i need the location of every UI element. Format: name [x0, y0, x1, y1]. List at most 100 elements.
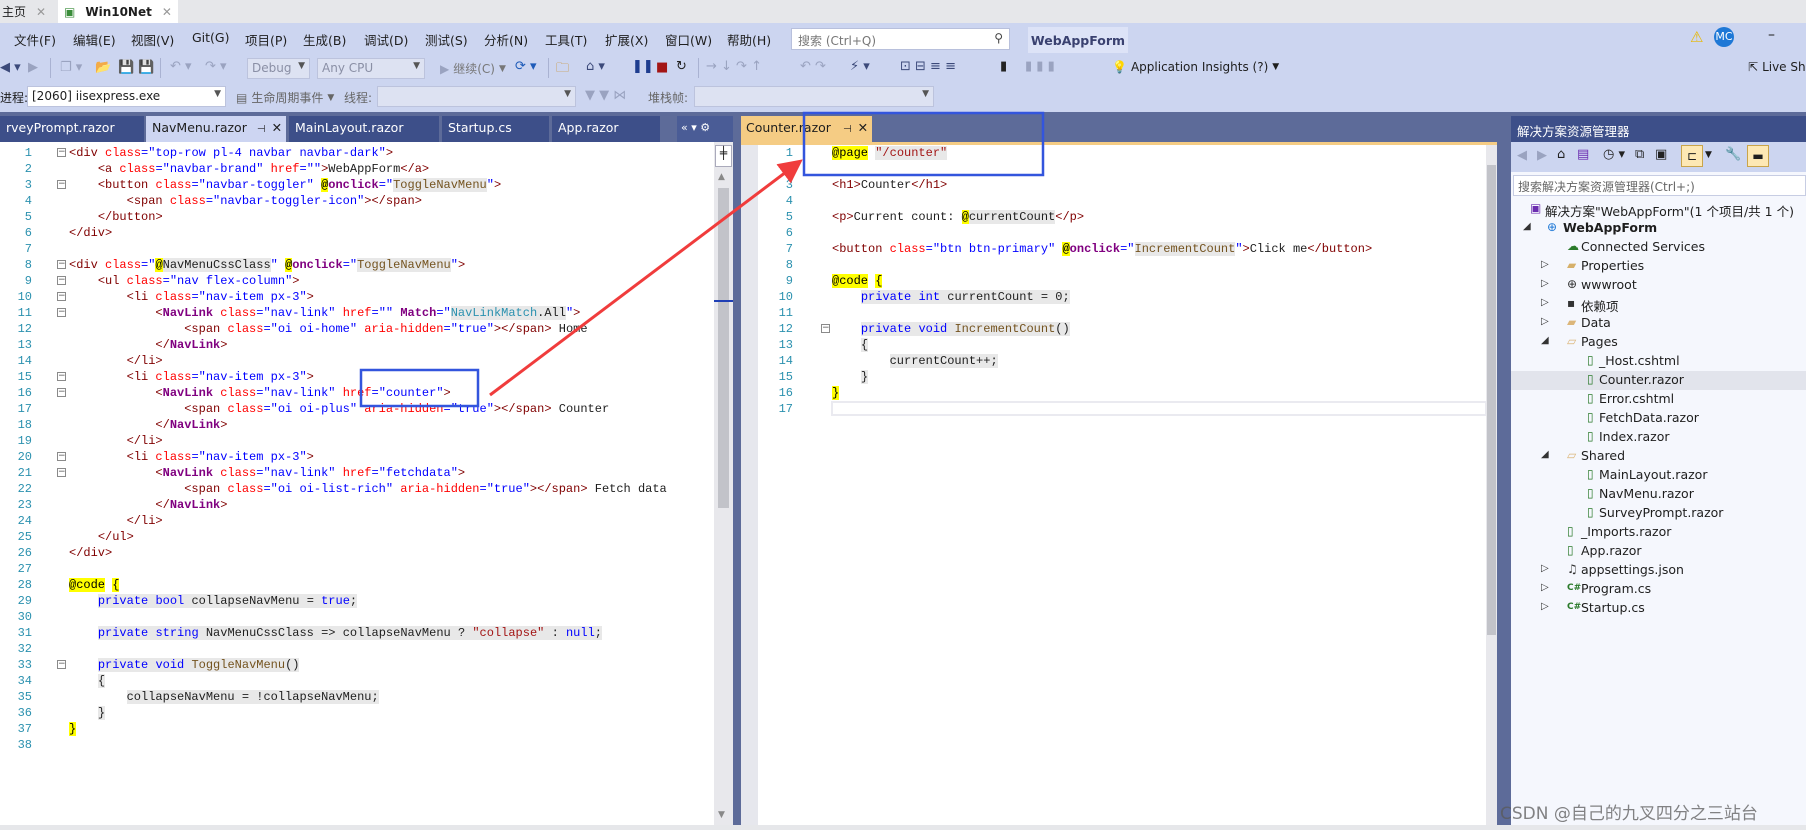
solution-search-input[interactable]: 搜索解决方案资源管理器(Ctrl+;)	[1513, 175, 1806, 196]
collapse-icon[interactable]: −	[57, 388, 66, 397]
code-line[interactable]: }	[832, 369, 869, 385]
expanded-icon[interactable]: ◢	[1541, 449, 1549, 460]
collapsed-icon[interactable]: ▷	[1541, 278, 1549, 289]
format-icons[interactable]: ⊡ ⊟ ≡ ≡	[900, 59, 956, 74]
tab-navmenu[interactable]: NavMenu.razor ⊣ ✕	[146, 116, 286, 142]
collapse-icon[interactable]: −	[57, 180, 66, 189]
tree-item[interactable]: ▯ Counter.razor	[1511, 371, 1806, 390]
collapsed-icon[interactable]: ▷	[1541, 601, 1549, 612]
tab-win10net[interactable]: ▣ Win10Net ✕	[58, 0, 178, 23]
show-all-files-icon[interactable]: ▣	[1655, 147, 1667, 162]
menu-item[interactable]: 帮助(H)	[727, 30, 771, 49]
pending-changes-icon[interactable]: ◷ ▾	[1603, 147, 1625, 162]
scroll-up-icon[interactable]: ▲	[718, 172, 725, 182]
sync-active-document-icon[interactable]: ⊏	[1681, 145, 1703, 167]
code-line[interactable]: private string NavMenuCssClass => collap…	[69, 625, 602, 641]
code-line[interactable]: currentCount++;	[832, 353, 998, 369]
menu-item[interactable]: 工具(T)	[545, 30, 587, 49]
tree-item[interactable]: ▯ _Imports.razor	[1511, 523, 1806, 542]
undo-icon[interactable]: ↶ ▾	[170, 59, 192, 74]
app-insights-button[interactable]: 💡 Application Insights (?) ▼	[1112, 60, 1279, 74]
pause-icon[interactable]: ❚❚	[632, 59, 654, 74]
code-line[interactable]: <NavLink class="nav-link" href="fetchdat…	[69, 465, 465, 481]
lifecycle-events-button[interactable]: ▤ 生命周期事件 ▼	[236, 89, 334, 106]
code-line[interactable]: }	[69, 721, 77, 737]
code-line[interactable]: }	[832, 385, 840, 401]
tree-item[interactable]: ▣ 解决方案"WebAppForm"(1 个项目/共 1 个)	[1511, 200, 1806, 219]
collapse-icon[interactable]: −	[57, 372, 66, 381]
collapsed-icon[interactable]: ▷	[1541, 582, 1549, 593]
search-input[interactable]: 搜索 (Ctrl+Q) ⚲	[791, 28, 1010, 50]
save-all-icon[interactable]: 💾	[138, 60, 154, 75]
code-line[interactable]: <NavLink class="nav-link" href="counter"…	[69, 385, 450, 401]
code-line[interactable]: </button>	[69, 209, 163, 225]
code-line[interactable]: <button class="btn btn-primary" @onclick…	[832, 241, 1372, 257]
minimize-button[interactable]: –	[1768, 27, 1775, 43]
tree-item[interactable]: ▯ Error.cshtml	[1511, 390, 1806, 409]
collapse-icon[interactable]: −	[57, 148, 66, 157]
code-line[interactable]: <li class="nav-item px-3">	[69, 289, 314, 305]
tree-item[interactable]: ▯ NavMenu.razor	[1511, 485, 1806, 504]
collapsed-icon[interactable]: ▷	[1541, 259, 1549, 270]
tree-item[interactable]: ◢ ▱ Shared	[1511, 447, 1806, 466]
stack-frame-select[interactable]: ▼	[694, 86, 934, 107]
switch-views-icon[interactable]: ▤	[1577, 147, 1589, 162]
code-line[interactable]: </ul>	[69, 529, 134, 545]
code-line[interactable]: </div>	[69, 545, 112, 561]
continue-button[interactable]: ▶ 继续(C) ▼	[440, 60, 506, 77]
close-icon[interactable]: ✕	[36, 5, 46, 19]
split-icon[interactable]: ╪	[715, 145, 732, 167]
code-line[interactable]: <p>Current count: @currentCount</p>	[832, 209, 1084, 225]
vertical-scrollbar[interactable]: ╪ ▲ ▼	[714, 142, 733, 825]
collapse-icon[interactable]: −	[57, 452, 66, 461]
code-line[interactable]: </NavLink>	[69, 497, 227, 513]
code-line[interactable]: @code {	[832, 273, 883, 289]
back-icon[interactable]: ◀	[1517, 148, 1527, 163]
code-line[interactable]: {	[832, 337, 869, 353]
menu-item[interactable]: 视图(V)	[131, 30, 174, 49]
code-line[interactable]: <span class="navbar-toggler-icon"></span…	[69, 193, 422, 209]
filter-icons[interactable]: ▼ ▼ ⋈	[585, 88, 626, 103]
wrench-icon[interactable]: 🔧	[1725, 147, 1741, 162]
menu-item[interactable]: Git(G)	[192, 30, 230, 45]
collapsed-icon[interactable]: ▷	[1541, 563, 1549, 574]
collapse-icon[interactable]: −	[57, 468, 66, 477]
preview-icon[interactable]: ▬	[1747, 145, 1769, 167]
step-over-icon[interactable]: → ↓ ↷ ↑	[706, 59, 762, 74]
code-line[interactable]: </div>	[69, 225, 112, 241]
expanded-icon[interactable]: ◢	[1541, 335, 1549, 346]
code-line[interactable]: @page "/counter"	[832, 145, 948, 161]
tree-item[interactable]: ☁ Connected Services	[1511, 238, 1806, 257]
collapse-icon[interactable]: −	[57, 276, 66, 285]
close-icon[interactable]: ✕	[858, 120, 868, 135]
collapse-all-icon[interactable]: ⧉	[1635, 147, 1644, 162]
pin-icon[interactable]: ⊣	[843, 124, 852, 135]
tree-item[interactable]: ▯ MainLayout.razor	[1511, 466, 1806, 485]
restart-icon[interactable]: ↻	[676, 59, 687, 74]
code-line[interactable]: </li>	[69, 513, 163, 529]
code-line[interactable]: <h1>Counter</h1>	[832, 177, 947, 193]
tree-item[interactable]: ▯ FetchData.razor	[1511, 409, 1806, 428]
warning-icon[interactable]: ⚠	[1690, 28, 1703, 46]
forward-icon[interactable]: ▶	[1537, 148, 1547, 163]
tree-item[interactable]: ▯ _Host.cshtml	[1511, 352, 1806, 371]
live-share-button[interactable]: ⇱ Live Sh	[1748, 60, 1806, 74]
code-line[interactable]: private int currentCount = 0;	[832, 289, 1070, 305]
tree-item[interactable]: ◢ ▱ Pages	[1511, 333, 1806, 352]
expanded-icon[interactable]: ◢	[1523, 221, 1531, 232]
collapse-icon[interactable]: −	[57, 292, 66, 301]
menu-item[interactable]: 窗口(W)	[665, 30, 712, 49]
collapsed-icon[interactable]: ▷	[1541, 316, 1549, 327]
tree-item[interactable]: ▷ ▰ Properties	[1511, 257, 1806, 276]
browser-link-icon[interactable]: ⌂ ▾	[586, 59, 605, 74]
code-line[interactable]: </li>	[69, 353, 163, 369]
collapsed-icon[interactable]: ▷	[1541, 297, 1549, 308]
code-line[interactable]: <li class="nav-item px-3">	[69, 369, 314, 385]
tree-item[interactable]: ▷ ♫ appsettings.json	[1511, 561, 1806, 580]
menu-item[interactable]: 编辑(E)	[73, 30, 116, 49]
dropdown-icon[interactable]: ▾	[691, 121, 697, 134]
tab-counter[interactable]: Counter.razor ⊣ ✕	[741, 116, 872, 142]
dropdown-icon[interactable]: ▼	[1705, 150, 1712, 160]
save-icon[interactable]: 💾	[118, 60, 134, 75]
code-line[interactable]: <span class="oi oi-home" aria-hidden="tr…	[69, 321, 587, 337]
